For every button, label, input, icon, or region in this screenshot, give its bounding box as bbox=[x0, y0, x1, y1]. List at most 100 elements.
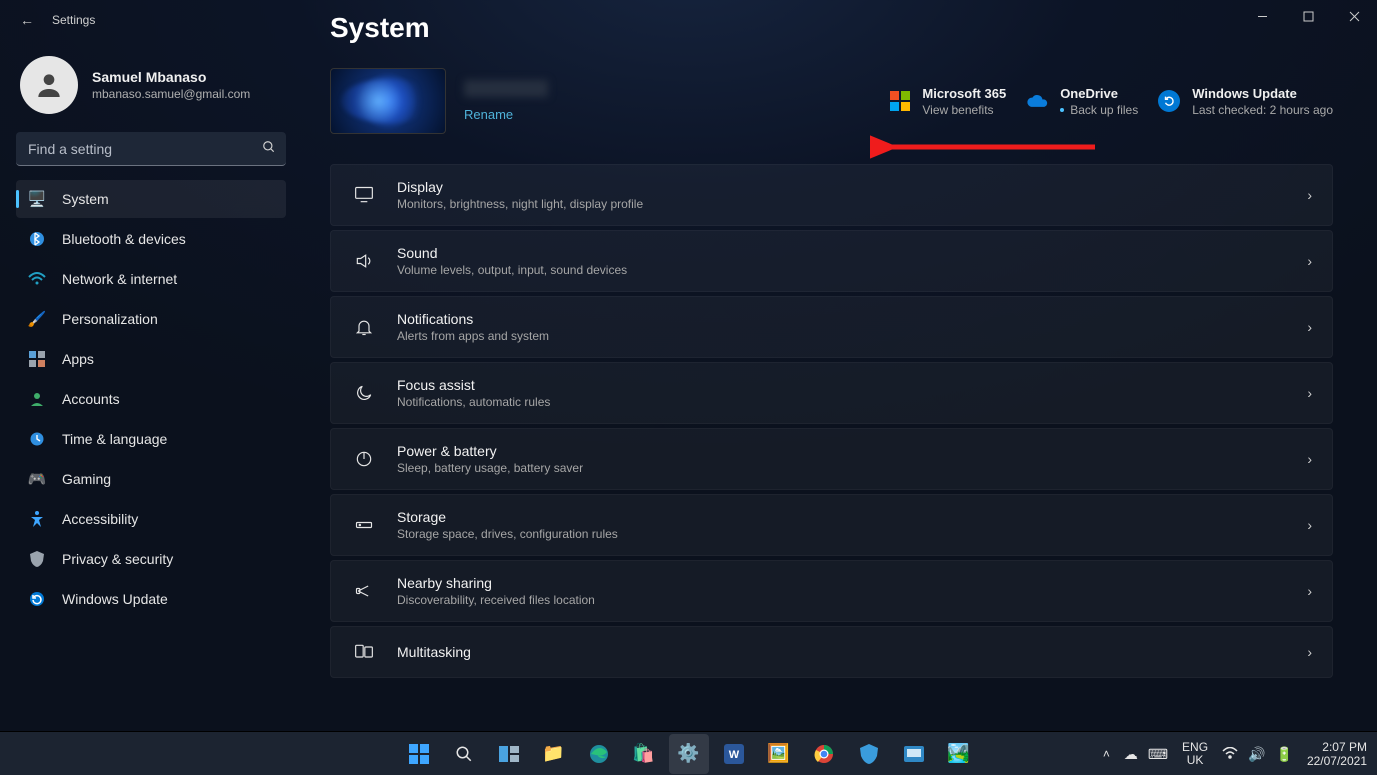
sidebar-item-label: Accessibility bbox=[62, 511, 138, 527]
settings-icon[interactable]: ⚙️ bbox=[669, 734, 709, 774]
wifi-icon bbox=[28, 270, 46, 288]
person-icon bbox=[28, 390, 46, 408]
card-title: Multitasking bbox=[397, 644, 471, 660]
onedrive-icon bbox=[1026, 94, 1048, 109]
app-title: Settings bbox=[52, 13, 95, 27]
card-subtitle: Monitors, brightness, night light, displ… bbox=[397, 197, 643, 211]
sidebar-item-time[interactable]: Time & language bbox=[16, 420, 286, 458]
info-title: OneDrive bbox=[1060, 86, 1138, 101]
svg-text:W: W bbox=[728, 749, 739, 761]
rename-link[interactable]: Rename bbox=[464, 107, 548, 122]
sidebar-item-label: Gaming bbox=[62, 471, 111, 487]
quick-assist-icon[interactable] bbox=[894, 734, 934, 774]
card-title: Display bbox=[397, 179, 643, 195]
sidebar-item-apps[interactable]: Apps bbox=[16, 340, 286, 378]
sidebar-item-label: Windows Update bbox=[62, 591, 168, 607]
task-view-button[interactable] bbox=[489, 734, 529, 774]
close-button[interactable] bbox=[1331, 0, 1377, 32]
sidebar-item-label: Apps bbox=[62, 351, 94, 367]
pc-header-row: Rename Microsoft 365 View benefits OneDr… bbox=[330, 68, 1333, 134]
sidebar-item-privacy[interactable]: Privacy & security bbox=[16, 540, 286, 578]
start-button[interactable] bbox=[399, 734, 439, 774]
bell-icon bbox=[353, 316, 375, 338]
nav-list: 🖥️ System Bluetooth & devices Network & … bbox=[16, 180, 286, 618]
pc-wallpaper-thumb bbox=[330, 68, 446, 134]
sidebar: Samuel Mbanaso mbanaso.samuel@gmail.com … bbox=[16, 56, 286, 618]
apps-icon bbox=[28, 350, 46, 368]
sidebar-item-accounts[interactable]: Accounts bbox=[16, 380, 286, 418]
sidebar-item-label: Bluetooth & devices bbox=[62, 231, 186, 247]
sidebar-item-network[interactable]: Network & internet bbox=[16, 260, 286, 298]
clock[interactable]: 2:07 PM 22/07/2021 bbox=[1307, 740, 1367, 769]
sidebar-item-personalization[interactable]: 🖌️ Personalization bbox=[16, 300, 286, 338]
brush-icon: 🖌️ bbox=[28, 310, 46, 328]
onedrive-info[interactable]: OneDrive Back up files bbox=[1026, 86, 1138, 117]
display-icon bbox=[353, 184, 375, 206]
edge-icon[interactable] bbox=[579, 734, 619, 774]
sidebar-item-bluetooth[interactable]: Bluetooth & devices bbox=[16, 220, 286, 258]
settings-item-storage[interactable]: StorageStorage space, drives, configurat… bbox=[330, 494, 1333, 556]
chevron-right-icon: › bbox=[1307, 583, 1312, 599]
card-subtitle: Volume levels, output, input, sound devi… bbox=[397, 263, 627, 277]
sidebar-item-accessibility[interactable]: Accessibility bbox=[16, 500, 286, 538]
sidebar-item-label: Accounts bbox=[62, 391, 120, 407]
microsoft-365-info[interactable]: Microsoft 365 View benefits bbox=[890, 86, 1006, 117]
photos-icon[interactable]: 🏞️ bbox=[939, 734, 979, 774]
shield-icon bbox=[28, 550, 46, 568]
info-title: Windows Update bbox=[1192, 86, 1333, 101]
image-viewer-icon[interactable]: 🖼️ bbox=[759, 734, 799, 774]
profile-block[interactable]: Samuel Mbanaso mbanaso.samuel@gmail.com bbox=[16, 56, 286, 114]
card-title: Notifications bbox=[397, 311, 549, 327]
sidebar-item-label: Time & language bbox=[62, 431, 167, 447]
settings-item-sound[interactable]: Sound Volume levels, output, input, sound… bbox=[330, 230, 1333, 292]
chevron-right-icon: › bbox=[1307, 644, 1312, 660]
wifi-tray-icon[interactable] bbox=[1222, 746, 1238, 762]
settings-item-bell[interactable]: Notifications Alerts from apps and system… bbox=[330, 296, 1333, 358]
chevron-right-icon: › bbox=[1307, 451, 1312, 467]
sidebar-item-label: System bbox=[62, 191, 109, 207]
search-input[interactable] bbox=[16, 132, 286, 166]
file-explorer-icon[interactable]: 📁 bbox=[534, 734, 574, 774]
onedrive-tray-icon[interactable]: ☁ bbox=[1124, 746, 1138, 763]
settings-item-multitask[interactable]: Multitasking › bbox=[330, 626, 1333, 678]
sidebar-item-system[interactable]: 🖥️ System bbox=[16, 180, 286, 218]
settings-item-display[interactable]: Display Monitors, brightness, night light… bbox=[330, 164, 1333, 226]
avatar bbox=[20, 56, 78, 114]
chevron-right-icon: › bbox=[1307, 319, 1312, 335]
back-button[interactable]: ← bbox=[20, 12, 34, 28]
store-icon[interactable]: 🛍️ bbox=[624, 734, 664, 774]
power-icon bbox=[353, 448, 375, 470]
storage-icon bbox=[353, 514, 375, 536]
battery-tray-icon[interactable]: 🔋 bbox=[1276, 746, 1293, 763]
chevron-right-icon: › bbox=[1307, 187, 1312, 203]
card-subtitle: Alerts from apps and system bbox=[397, 329, 549, 343]
gamepad-icon: 🎮 bbox=[28, 470, 46, 488]
profile-email: mbanaso.samuel@gmail.com bbox=[92, 87, 250, 101]
windows-update-info[interactable]: Windows Update Last checked: 2 hours ago bbox=[1158, 86, 1333, 117]
page-title: System bbox=[330, 12, 1333, 44]
chrome-icon[interactable] bbox=[804, 734, 844, 774]
keyboard-tray-icon[interactable]: ⌨ bbox=[1148, 746, 1168, 763]
volume-tray-icon[interactable]: 🔊 bbox=[1248, 746, 1265, 763]
tray-chevron-icon[interactable]: ˄ bbox=[1103, 747, 1110, 761]
share-icon bbox=[353, 580, 375, 602]
sidebar-item-update[interactable]: Windows Update bbox=[16, 580, 286, 618]
update-icon bbox=[1158, 90, 1180, 112]
taskbar-search[interactable] bbox=[444, 734, 484, 774]
moon-icon bbox=[353, 382, 375, 404]
update-icon bbox=[28, 590, 46, 608]
chevron-right-icon: › bbox=[1307, 517, 1312, 533]
security-icon[interactable] bbox=[849, 734, 889, 774]
taskbar-center: 📁 🛍️ ⚙️ W 🖼️ 🏞️ bbox=[399, 734, 979, 774]
language-indicator[interactable]: ENG UK bbox=[1182, 741, 1208, 767]
card-subtitle: Storage space, drives, configuration rul… bbox=[397, 527, 618, 541]
settings-item-share[interactable]: Nearby sharingDiscoverability, received … bbox=[330, 560, 1333, 622]
system-tray: ˄ ☁ ⌨ ENG UK 🔊 🔋 2:07 PM 22/07/2021 bbox=[1103, 732, 1367, 775]
card-title: Focus assist bbox=[397, 377, 550, 393]
word-icon[interactable]: W bbox=[714, 734, 754, 774]
settings-item-moon[interactable]: Focus assistNotifications, automatic rul… bbox=[330, 362, 1333, 424]
chevron-right-icon: › bbox=[1307, 253, 1312, 269]
settings-item-power[interactable]: Power & batterySleep, battery usage, bat… bbox=[330, 428, 1333, 490]
card-title: Sound bbox=[397, 245, 627, 261]
sidebar-item-gaming[interactable]: 🎮 Gaming bbox=[16, 460, 286, 498]
